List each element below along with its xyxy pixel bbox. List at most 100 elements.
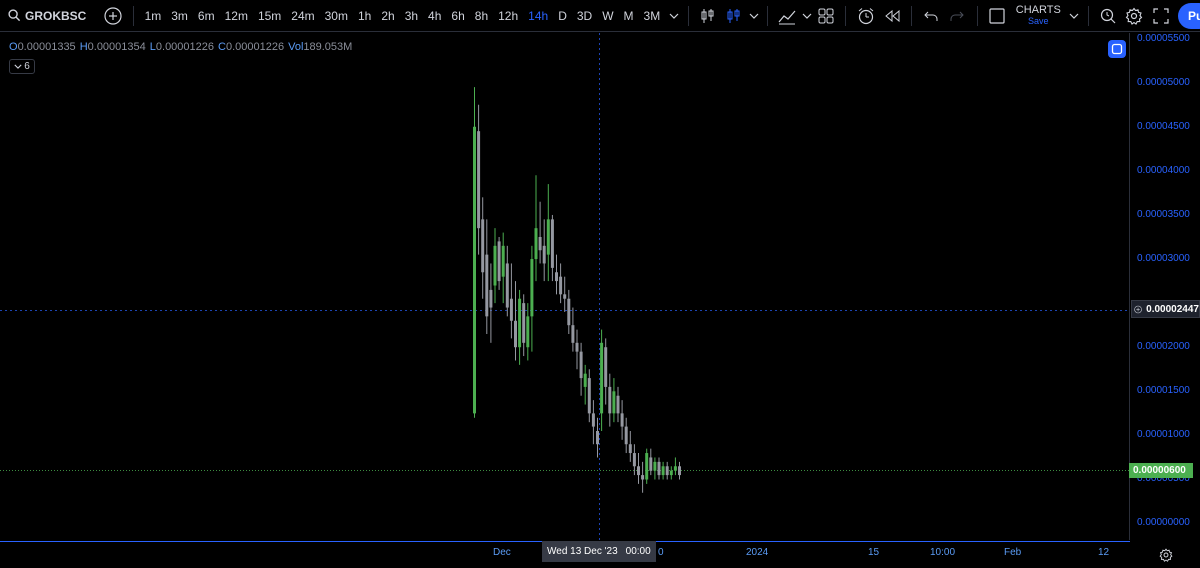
time-tick-label: Feb — [1004, 547, 1022, 558]
candlestick-chart[interactable] — [0, 33, 1130, 540]
interval-8h[interactable]: 8h — [470, 0, 493, 32]
candle-body — [567, 298, 571, 326]
candle-body — [624, 426, 628, 445]
divider — [1087, 5, 1089, 26]
legend-close: C0.00001226 — [218, 41, 285, 53]
candle-body — [600, 342, 604, 414]
interval-4h[interactable]: 4h — [423, 0, 446, 32]
replay-button[interactable] — [879, 0, 905, 32]
last-price-label: 0.00000600 — [1129, 463, 1193, 478]
interval-list: 1m 3m 6m 12m 15m 24m 30m 1h 2h 3h 4h 6h 8h 12h 14h D 3D W… — [140, 0, 666, 32]
search-icon — [8, 9, 21, 22]
candle-body — [485, 254, 489, 317]
divider — [132, 5, 134, 26]
legend-open: O0.00001335 — [9, 41, 76, 53]
candle-body — [493, 245, 497, 286]
add-compare-button[interactable] — [100, 0, 126, 32]
candle-body — [583, 373, 587, 387]
interval-1m[interactable]: 1m — [140, 0, 167, 32]
divider — [845, 5, 847, 26]
undo-button[interactable] — [918, 0, 944, 32]
interval-d[interactable]: D — [553, 0, 572, 32]
save-charts-button[interactable]: CHARTS Save — [1010, 0, 1067, 32]
candle-body — [628, 444, 632, 454]
price-tick-label: 0.00005000 — [1137, 77, 1190, 88]
indicators-dropdown[interactable] — [800, 0, 813, 32]
symbol-search-button[interactable]: GROKBSC — [0, 0, 94, 32]
interval-14h[interactable]: 14h — [523, 0, 553, 32]
chevron-down-icon — [749, 13, 759, 19]
price-tick-label: 0.00002000 — [1137, 341, 1190, 352]
chart-pane[interactable]: O0.00001335 H0.00001354 L0.00001226 C0.0… — [0, 33, 1130, 559]
select-square-icon — [1111, 43, 1123, 55]
pane-options-button[interactable] — [1108, 40, 1126, 58]
candle-body — [546, 219, 550, 255]
time-tick-label: 10:00 — [930, 547, 956, 558]
price-tick-label: 0.00004000 — [1137, 165, 1190, 176]
chart-style-dropdown[interactable] — [748, 0, 761, 32]
interval-30m[interactable]: 30m — [320, 0, 353, 32]
interval-6m[interactable]: 6m — [193, 0, 220, 32]
settings-icon — [1125, 7, 1143, 25]
interval-24m[interactable]: 24m — [286, 0, 319, 32]
crosshair-price-label: 0.00002447 — [1131, 300, 1200, 318]
interval-3d[interactable]: 3D — [572, 0, 597, 32]
add-compare-icon — [104, 6, 123, 25]
redo-button[interactable] — [944, 0, 970, 32]
divider — [911, 5, 912, 26]
price-tick-label: 0.00000000 — [1137, 517, 1190, 528]
price-tick-label: 0.00003000 — [1137, 253, 1190, 264]
chart-style-button[interactable] — [721, 0, 747, 32]
layout-icon — [818, 8, 834, 23]
chevron-down-icon — [802, 13, 812, 19]
candle-body — [530, 259, 534, 317]
layout-button[interactable] — [813, 0, 839, 32]
candle-body — [526, 316, 530, 348]
chart-type-button[interactable] — [695, 0, 721, 32]
candle-body — [571, 325, 575, 343]
redo-icon — [950, 11, 965, 21]
interval-12h[interactable]: 12h — [493, 0, 523, 32]
candle-body — [637, 466, 640, 476]
candles-icon — [701, 8, 714, 23]
add-alert-icon[interactable] — [1134, 303, 1142, 316]
quick-search-button[interactable] — [1095, 0, 1121, 32]
time-tick-label: Dec — [493, 547, 511, 558]
interval-3m[interactable]: 3m — [166, 0, 193, 32]
layout-square-button[interactable] — [983, 0, 1009, 32]
candle-body — [518, 298, 522, 348]
candle-body — [477, 131, 481, 229]
interval-3m[interactable]: 3M — [639, 0, 666, 32]
candle-body — [501, 245, 505, 277]
candle-body — [596, 431, 599, 445]
time-tick-label: 12 — [1098, 547, 1110, 558]
charts-dropdown[interactable] — [1067, 0, 1082, 32]
interval-6h[interactable]: 6h — [446, 0, 469, 32]
axis-settings-button[interactable] — [1131, 541, 1200, 568]
interval-12m[interactable]: 12m — [220, 0, 253, 32]
undo-icon — [924, 11, 938, 21]
interval-m[interactable]: M — [619, 0, 639, 32]
indicator-toggle[interactable]: 6 — [9, 59, 35, 74]
fullscreen-button[interactable] — [1147, 0, 1173, 32]
replay-icon — [885, 9, 900, 22]
candle-body — [559, 276, 563, 295]
interval-w[interactable]: W — [597, 0, 618, 32]
settings-icon — [1159, 547, 1172, 562]
interval-2h[interactable]: 2h — [376, 0, 399, 32]
publish-button[interactable]: Pu — [1178, 3, 1200, 29]
interval-3h[interactable]: 3h — [400, 0, 423, 32]
candle-body — [657, 461, 661, 476]
candle-body — [620, 413, 624, 427]
candle-body — [608, 386, 612, 414]
settings-button[interactable] — [1121, 0, 1147, 32]
interval-dropdown[interactable] — [665, 0, 682, 32]
interval-1h[interactable]: 1h — [353, 0, 376, 32]
alert-button[interactable] — [852, 0, 878, 32]
candle-body — [505, 263, 509, 308]
interval-15m[interactable]: 15m — [253, 0, 286, 32]
indicators-button[interactable] — [774, 0, 800, 32]
crosshair-time: 00:00 — [625, 546, 651, 557]
price-tick-label: 0.00003500 — [1137, 209, 1190, 220]
time-tick-label: 0 — [658, 547, 664, 558]
